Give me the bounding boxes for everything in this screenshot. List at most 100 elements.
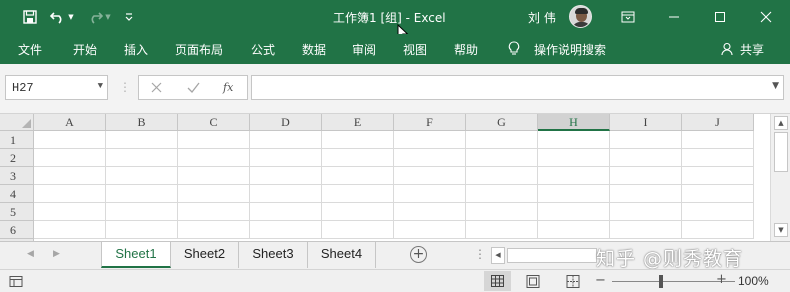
cell-h1[interactable] bbox=[538, 131, 610, 149]
cell-b4[interactable] bbox=[106, 185, 178, 203]
cell-g2[interactable] bbox=[466, 149, 538, 167]
cell-h3[interactable] bbox=[538, 167, 610, 185]
cell-c4[interactable] bbox=[178, 185, 250, 203]
worksheet-grid[interactable]: ABCDEFGHIJ 123456 bbox=[0, 114, 770, 241]
splitter-icon[interactable]: ⋮ bbox=[119, 80, 131, 94]
cell-a6[interactable] bbox=[34, 221, 106, 239]
cell-a4[interactable] bbox=[34, 185, 106, 203]
cell-j4[interactable] bbox=[682, 185, 754, 203]
cell-c6[interactable] bbox=[178, 221, 250, 239]
insert-function-button[interactable]: fx bbox=[223, 81, 233, 94]
row-header-6[interactable]: 6 bbox=[0, 221, 34, 239]
cell-d5[interactable] bbox=[250, 203, 322, 221]
undo-button[interactable]: ▼ bbox=[48, 0, 76, 34]
cell-e6[interactable] bbox=[322, 221, 394, 239]
user-name[interactable]: 刘 伟 bbox=[528, 9, 556, 26]
cell-c3[interactable] bbox=[178, 167, 250, 185]
cell-j6[interactable] bbox=[682, 221, 754, 239]
tab-insert[interactable]: 插入 bbox=[124, 41, 148, 58]
page-layout-view-icon[interactable] bbox=[526, 274, 540, 289]
cell-i2[interactable] bbox=[610, 149, 682, 167]
sheet-tab-sheet4[interactable]: Sheet4 bbox=[308, 242, 376, 268]
cell-i6[interactable] bbox=[610, 221, 682, 239]
tab-formulas[interactable]: 公式 bbox=[251, 41, 275, 58]
column-header-b[interactable]: B bbox=[106, 114, 178, 131]
expand-formula-bar-icon[interactable]: ▼ bbox=[772, 81, 779, 91]
cell-c5[interactable] bbox=[178, 203, 250, 221]
cell-j5[interactable] bbox=[682, 203, 754, 221]
redo-dropdown-icon[interactable]: ▼ bbox=[105, 13, 110, 21]
zoom-slider-thumb[interactable] bbox=[659, 275, 663, 288]
zoom-in-button[interactable]: + bbox=[716, 272, 727, 287]
select-all-button[interactable] bbox=[0, 114, 34, 131]
prev-sheet-icon[interactable]: ◀ bbox=[27, 249, 34, 259]
cell-g5[interactable] bbox=[466, 203, 538, 221]
cell-e4[interactable] bbox=[322, 185, 394, 203]
page-break-preview-icon[interactable] bbox=[566, 274, 580, 289]
cell-h5[interactable] bbox=[538, 203, 610, 221]
tab-view[interactable]: 视图 bbox=[403, 41, 427, 58]
row-header-1[interactable]: 1 bbox=[0, 131, 34, 149]
cell-f2[interactable] bbox=[394, 149, 466, 167]
column-header-a[interactable]: A bbox=[34, 114, 106, 131]
macro-record-icon[interactable] bbox=[9, 274, 23, 289]
scroll-left-icon[interactable]: ◀ bbox=[491, 247, 505, 264]
vertical-scroll-thumb[interactable] bbox=[774, 132, 788, 172]
tab-help[interactable]: 帮助 bbox=[454, 41, 478, 58]
maximize-button[interactable] bbox=[697, 0, 743, 34]
sheet-tab-sheet2[interactable]: Sheet2 bbox=[171, 242, 239, 268]
avatar[interactable] bbox=[569, 5, 592, 28]
cell-j1[interactable] bbox=[682, 131, 754, 149]
cell-e1[interactable] bbox=[322, 131, 394, 149]
new-sheet-button[interactable]: + bbox=[410, 246, 427, 263]
cell-e5[interactable] bbox=[322, 203, 394, 221]
column-header-g[interactable]: G bbox=[466, 114, 538, 131]
cell-d3[interactable] bbox=[250, 167, 322, 185]
row-header-4[interactable]: 4 bbox=[0, 185, 34, 203]
column-header-d[interactable]: D bbox=[250, 114, 322, 131]
cell-e3[interactable] bbox=[322, 167, 394, 185]
cell-f5[interactable] bbox=[394, 203, 466, 221]
cell-f3[interactable] bbox=[394, 167, 466, 185]
tab-data[interactable]: 数据 bbox=[302, 41, 326, 58]
cell-b6[interactable] bbox=[106, 221, 178, 239]
cell-b2[interactable] bbox=[106, 149, 178, 167]
redo-button[interactable]: ▼ bbox=[85, 0, 113, 34]
tab-page-layout[interactable]: 页面布局 bbox=[175, 41, 223, 58]
zoom-level[interactable]: 100% bbox=[738, 274, 769, 288]
undo-dropdown-icon[interactable]: ▼ bbox=[68, 13, 73, 21]
cell-f6[interactable] bbox=[394, 221, 466, 239]
close-button[interactable] bbox=[743, 0, 789, 34]
scroll-down-icon[interactable]: ▼ bbox=[774, 223, 788, 237]
row-header-5[interactable]: 5 bbox=[0, 203, 34, 221]
horizontal-scroll-thumb[interactable] bbox=[507, 248, 597, 263]
cell-i5[interactable] bbox=[610, 203, 682, 221]
formula-input[interactable]: ▼ bbox=[251, 75, 784, 100]
column-header-f[interactable]: F bbox=[394, 114, 466, 131]
cell-g3[interactable] bbox=[466, 167, 538, 185]
cell-d4[interactable] bbox=[250, 185, 322, 203]
cell-b5[interactable] bbox=[106, 203, 178, 221]
column-header-j[interactable]: J bbox=[682, 114, 754, 131]
tab-splitter-icon[interactable]: ⋮ bbox=[474, 247, 486, 261]
cell-g6[interactable] bbox=[466, 221, 538, 239]
share-button[interactable]: 共享 bbox=[740, 41, 764, 58]
cell-d1[interactable] bbox=[250, 131, 322, 149]
sheet-tab-sheet3[interactable]: Sheet3 bbox=[239, 242, 308, 268]
tab-review[interactable]: 审阅 bbox=[352, 41, 376, 58]
tell-me-search[interactable]: 操作说明搜索 bbox=[534, 41, 606, 58]
ribbon-display-options-button[interactable] bbox=[605, 0, 651, 34]
cell-i3[interactable] bbox=[610, 167, 682, 185]
name-box[interactable]: H27 ▼ bbox=[5, 75, 108, 100]
customize-qat-button[interactable] bbox=[119, 0, 139, 34]
cell-g4[interactable] bbox=[466, 185, 538, 203]
name-box-dropdown-icon[interactable]: ▼ bbox=[98, 81, 103, 91]
cell-h6[interactable] bbox=[538, 221, 610, 239]
minimize-button[interactable] bbox=[651, 0, 697, 34]
column-header-e[interactable]: E bbox=[322, 114, 394, 131]
tab-file[interactable]: 文件 bbox=[18, 41, 42, 58]
scroll-up-icon[interactable]: ▲ bbox=[774, 116, 788, 130]
vertical-scrollbar[interactable]: ▲ ▼ bbox=[770, 114, 790, 241]
column-header-c[interactable]: C bbox=[178, 114, 250, 131]
column-header-i[interactable]: I bbox=[610, 114, 682, 131]
